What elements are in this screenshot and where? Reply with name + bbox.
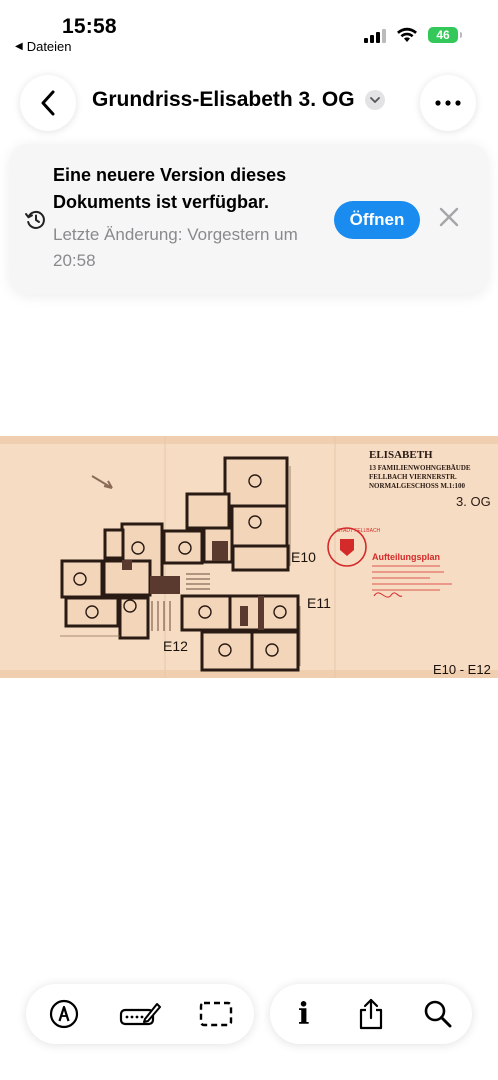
more-button[interactable] [420,75,476,131]
battery-icon: 46 [428,27,462,43]
markup-icon [49,999,79,1029]
search-icon [425,1000,452,1028]
selection-button[interactable] [191,989,241,1039]
plan-header-name: ELISABETH [369,449,433,461]
status-indicators: 46 [364,27,462,43]
more-icon [435,100,461,106]
markup-toolbar [26,984,254,1044]
plan-floor-label: 3. OG [456,494,491,509]
back-app-label: Dateien [26,39,72,54]
share-button[interactable] [346,989,396,1039]
plan-header-scale: NORMALGESCHOSS M.1:100 [369,482,466,490]
back-to-app-link[interactable]: ◀ Dateien [15,39,72,54]
markup-button[interactable] [39,989,89,1039]
plan-header-building: 13 FAMILIENWOHNGEBÄUDE [369,464,471,472]
banner-last-modified: Letzte Änderung: Vorgestern um 20:58 [53,225,298,270]
signature-button[interactable] [115,989,165,1039]
plan-unit-e11: E11 [307,595,331,611]
status-bar: 15:58 ◀ Dateien 46 [0,0,498,60]
floor-plan-image[interactable]: ELISABETH 13 FAMILIENWOHNGEBÄUDE FELLBAC… [0,436,498,678]
info-button[interactable]: i [279,989,329,1039]
signature-icon [119,1003,161,1026]
actions-toolbar: i [270,984,472,1044]
history-icon [25,210,45,229]
close-icon[interactable] [438,206,460,228]
back-arrow-icon: ◀ [15,41,23,52]
new-version-banner: Eine neuere Version dieses Dokuments ist… [10,144,488,294]
open-button[interactable]: Öffnen [334,201,420,239]
search-button[interactable] [413,989,463,1039]
document-title-menu[interactable]: Grundriss-Elisabeth 3. OG [92,88,385,112]
chevron-down-icon [364,90,385,110]
floor-plan-drawing: ELISABETH 13 FAMILIENWOHNGEBÄUDE FELLBAC… [0,436,498,678]
stamp-label: Aufteilungsplan [372,552,440,562]
back-button[interactable] [20,75,76,131]
stamp-text: STADT FELLBACH [337,528,381,534]
plan-unit-e10: E10 [291,549,316,565]
selection-icon [199,1001,233,1027]
plan-unit-e12: E12 [163,638,188,654]
status-time: 15:58 [62,15,117,38]
banner-heading: Eine neuere Version dieses Dokuments ist… [53,165,287,212]
signal-icon [364,27,386,43]
wifi-icon [397,27,417,42]
share-icon [359,998,383,1030]
battery-level: 46 [436,28,450,42]
info-icon: i [297,996,310,1032]
chevron-left-icon [41,90,55,116]
document-title: Grundriss-Elisabeth 3. OG [92,88,355,111]
plan-header-address: FELLBACH VIERNERSTR. [369,473,457,481]
plan-unit-range: E10 - E12 [433,662,491,677]
